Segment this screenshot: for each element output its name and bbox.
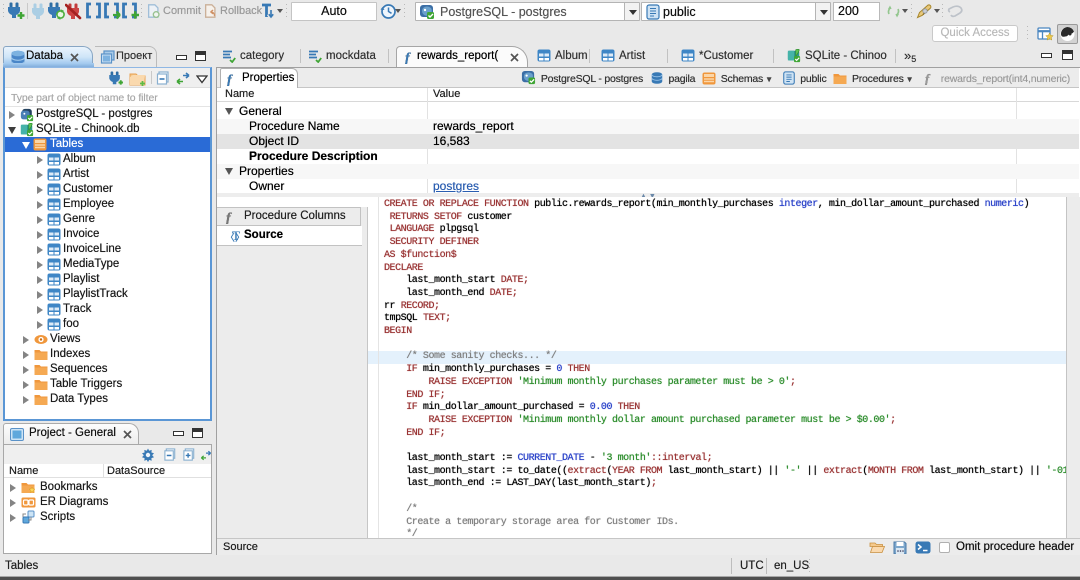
svg-text:f: f [405,51,411,64]
svg-text:f: f [227,73,233,86]
svg-text:f: f [925,72,931,85]
svg-text:f: f [226,211,232,224]
